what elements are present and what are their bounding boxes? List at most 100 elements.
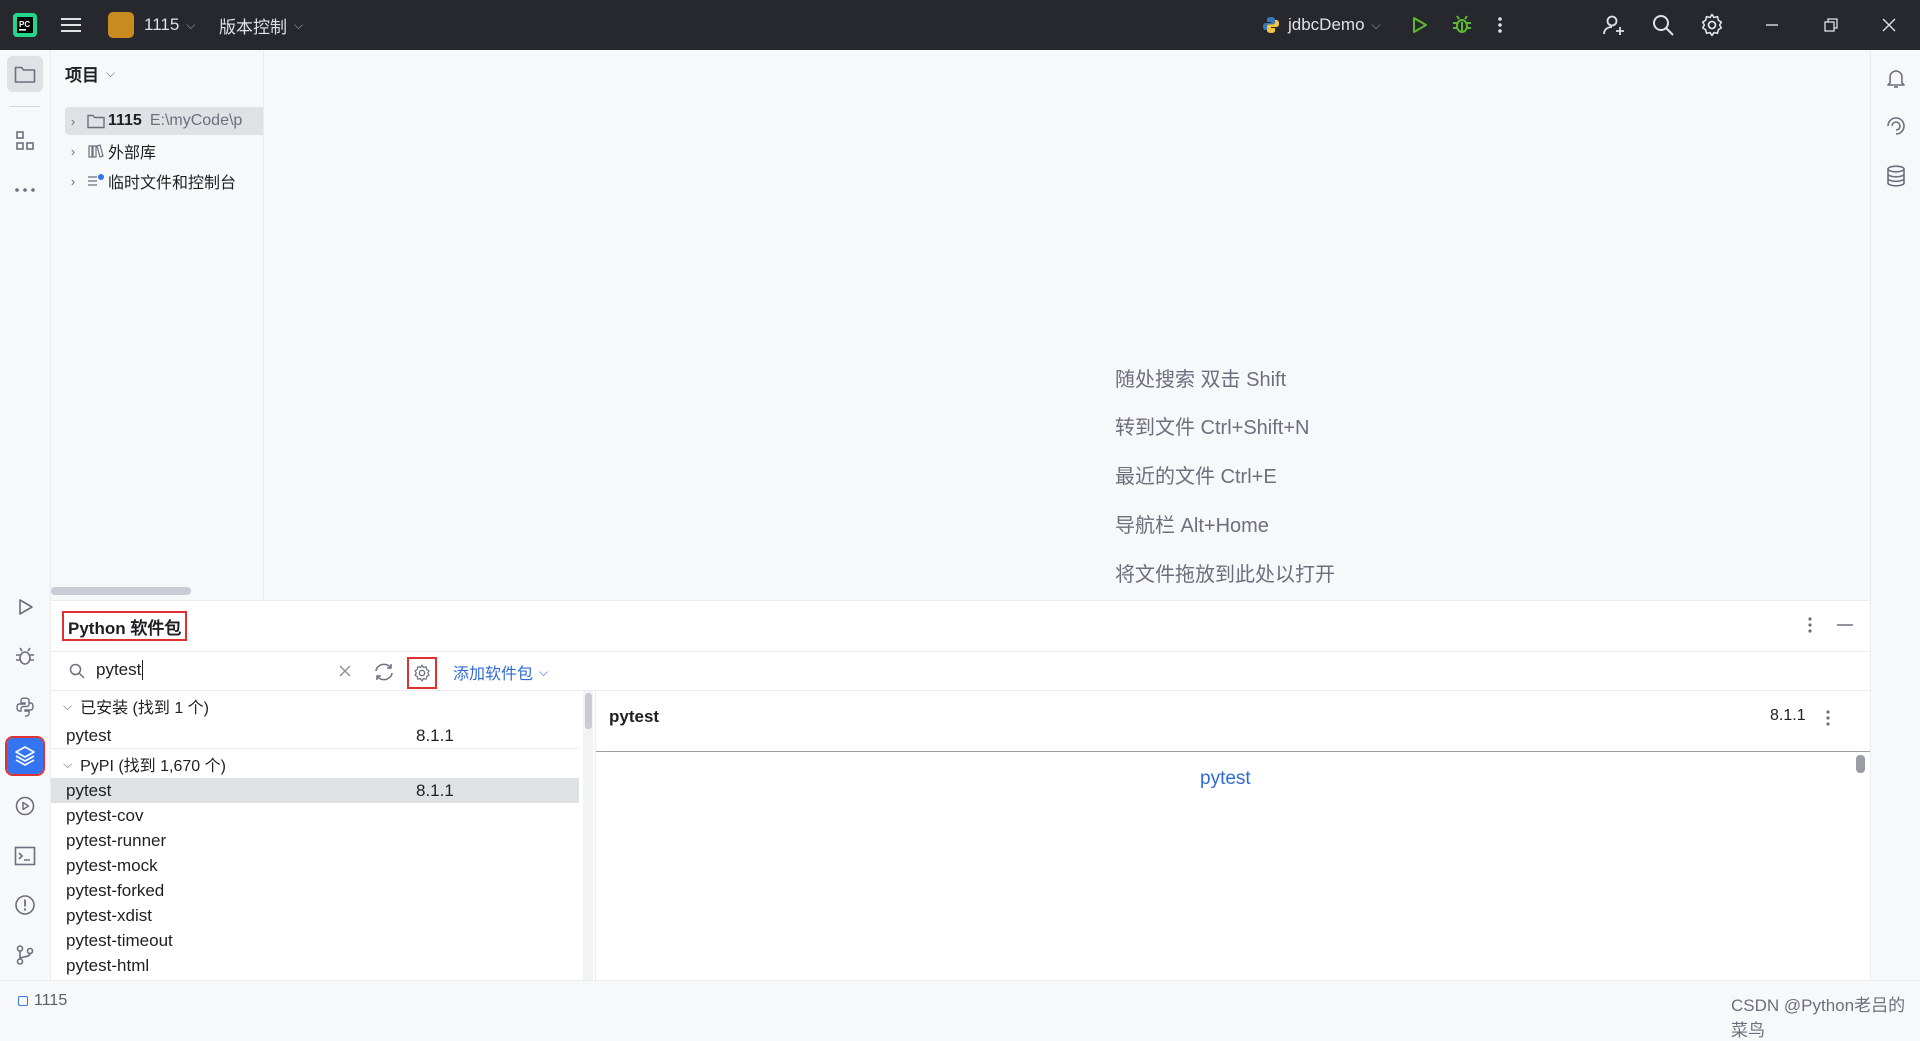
package-name: pytest bbox=[66, 780, 112, 800]
project-panel-title: 项目 bbox=[65, 65, 99, 85]
gear-icon bbox=[414, 664, 430, 682]
structure-tool-button[interactable] bbox=[7, 123, 43, 159]
vcs-dropdown[interactable]: 版本控制 ⌵ bbox=[219, 0, 303, 50]
python-console-icon bbox=[16, 697, 34, 717]
package-version: 8.1.1 bbox=[416, 780, 454, 800]
notifications-button[interactable] bbox=[1878, 60, 1914, 96]
chevron-down-icon: ⌵ bbox=[294, 17, 304, 32]
python-packages-tool-button[interactable] bbox=[5, 736, 45, 776]
tree-item-path: E:\myCode\p bbox=[149, 112, 243, 129]
main-menu-icon[interactable] bbox=[60, 0, 82, 50]
close-button[interactable] bbox=[1881, 0, 1897, 50]
installed-group-header[interactable]: ⌵ 已安装 (找到 1 个) bbox=[51, 691, 579, 721]
detail-scrollbar[interactable] bbox=[1856, 755, 1865, 773]
pycharm-logo-icon: PC bbox=[12, 0, 38, 50]
pypi-package-row[interactable]: pytest 8.1.1 bbox=[51, 778, 579, 803]
more-actions-icon[interactable] bbox=[1496, 0, 1504, 50]
bug-icon bbox=[16, 647, 34, 665]
run-config-dropdown[interactable]: jdbcDemo ⌵ bbox=[1262, 0, 1381, 50]
horizontal-scrollbar[interactable] bbox=[51, 587, 191, 595]
terminal-tool-button[interactable] bbox=[7, 838, 43, 874]
package-list: ⌵ 已安装 (找到 1 个) pytest 8.1.1 ⌵ PyPI (找到 1… bbox=[51, 691, 579, 981]
ai-assistant-button[interactable] bbox=[1878, 108, 1914, 144]
database-button[interactable] bbox=[1878, 158, 1914, 194]
package-detail-panel: pytest 8.1.1 pytest bbox=[596, 691, 1870, 981]
problems-tool-button[interactable] bbox=[7, 887, 43, 923]
package-homepage-link[interactable]: pytest bbox=[1200, 768, 1251, 790]
more-horizontal-icon bbox=[15, 188, 35, 192]
tree-item-project-root[interactable]: › 1115 E:\myCode\p bbox=[65, 107, 263, 135]
package-search-field[interactable]: pytest bbox=[51, 652, 363, 690]
status-project-breadcrumb[interactable]: 1115 bbox=[18, 991, 67, 1011]
bell-icon bbox=[1887, 70, 1905, 88]
gear-icon bbox=[1701, 13, 1723, 37]
python-packages-panel: Python 软件包 pytest 添加软件包 ⌵ ⌵ 已安装 (找到 1 个)… bbox=[51, 600, 1870, 981]
package-name: pytest-cov bbox=[66, 805, 144, 825]
pypi-package-row[interactable]: pytest-runner bbox=[51, 828, 579, 853]
more-tools-button[interactable] bbox=[7, 172, 43, 208]
panel-options-icon[interactable] bbox=[1806, 615, 1814, 635]
restore-button[interactable] bbox=[1823, 0, 1839, 50]
add-package-dropdown[interactable]: 添加软件包 ⌵ bbox=[453, 660, 548, 684]
refresh-button[interactable] bbox=[373, 662, 395, 682]
pypi-package-row[interactable]: pytest-timeout bbox=[51, 928, 579, 953]
installed-group-label: 已安装 (找到 1 个) bbox=[80, 700, 210, 717]
hide-panel-icon[interactable] bbox=[1836, 615, 1854, 635]
project-badge-icon bbox=[108, 12, 134, 38]
tree-item-label: 1115 bbox=[108, 112, 142, 129]
clear-search-icon[interactable] bbox=[339, 665, 351, 677]
detail-options-icon[interactable] bbox=[1824, 708, 1832, 728]
services-icon bbox=[15, 796, 35, 816]
package-name: pytest bbox=[66, 725, 112, 745]
debug-button[interactable] bbox=[1451, 0, 1473, 50]
chevron-down-icon: ⌵ bbox=[186, 17, 196, 32]
chevron-down-icon: ⌵ bbox=[63, 756, 73, 771]
minimize-button[interactable] bbox=[1764, 0, 1780, 50]
git-tool-button[interactable] bbox=[7, 937, 43, 973]
run-outline-icon bbox=[19, 599, 33, 615]
pypi-group-header[interactable]: ⌵ PyPI (找到 1,670 个) bbox=[51, 749, 579, 779]
left-toolbar bbox=[0, 50, 51, 980]
pypi-package-row[interactable]: pytest-html bbox=[51, 953, 579, 978]
package-settings-button[interactable] bbox=[407, 657, 437, 689]
installed-package-row[interactable]: pytest 8.1.1 bbox=[51, 723, 579, 748]
detail-package-version[interactable]: 8.1.1 bbox=[1770, 707, 1806, 725]
run-tool-button[interactable] bbox=[7, 589, 43, 625]
run-icon bbox=[1413, 17, 1427, 33]
project-view-dropdown[interactable]: 项目 ⌵ bbox=[65, 60, 115, 86]
chevron-down-icon: ⌵ bbox=[539, 664, 549, 679]
search-icon bbox=[1653, 15, 1674, 36]
package-list-scrollbar[interactable] bbox=[585, 693, 592, 729]
tree-item-external-libraries[interactable]: › 外部库 bbox=[65, 137, 156, 165]
toolbar-divider bbox=[10, 106, 40, 107]
chevron-down-icon: ⌵ bbox=[106, 65, 116, 80]
hint-recent-files: 最近的文件 Ctrl+E bbox=[1115, 466, 1277, 488]
detail-package-name: pytest bbox=[609, 707, 660, 726]
tree-item-scratches[interactable]: › 临时文件和控制台 bbox=[65, 167, 236, 195]
pypi-package-row[interactable]: pytest-mock bbox=[51, 853, 579, 878]
settings-button[interactable] bbox=[1700, 0, 1724, 50]
pypi-package-row[interactable]: pytest-cov bbox=[51, 803, 579, 828]
chevron-right-icon: › bbox=[70, 173, 76, 189]
hint-navigation-bar: 导航栏 Alt+Home bbox=[1115, 515, 1269, 537]
structure-icon bbox=[16, 131, 34, 150]
search-everywhere-button[interactable] bbox=[1651, 0, 1675, 50]
tree-item-label: 临时文件和控制台 bbox=[108, 175, 237, 192]
project-switcher[interactable]: 1115 ⌵ bbox=[108, 0, 195, 50]
run-button[interactable] bbox=[1409, 0, 1429, 50]
services-tool-button[interactable] bbox=[7, 788, 43, 824]
pypi-group-label: PyPI (找到 1,670 个) bbox=[80, 758, 226, 775]
package-name: pytest-mock bbox=[66, 855, 158, 875]
tree-item-label: 外部库 bbox=[108, 145, 157, 162]
folder-icon bbox=[87, 114, 105, 129]
add-user-button[interactable] bbox=[1602, 0, 1626, 50]
pypi-package-row[interactable]: pytest-forked bbox=[51, 878, 579, 903]
project-tool-button[interactable] bbox=[7, 56, 43, 92]
debug-tool-button[interactable] bbox=[7, 639, 43, 675]
package-search-input[interactable]: pytest bbox=[96, 660, 144, 680]
pypi-package-row[interactable]: pytest-xdist bbox=[51, 903, 579, 928]
python-icon bbox=[1263, 17, 1279, 33]
package-name: pytest-runner bbox=[66, 830, 167, 850]
project-square-icon bbox=[18, 996, 28, 1006]
python-console-button[interactable] bbox=[7, 689, 43, 725]
